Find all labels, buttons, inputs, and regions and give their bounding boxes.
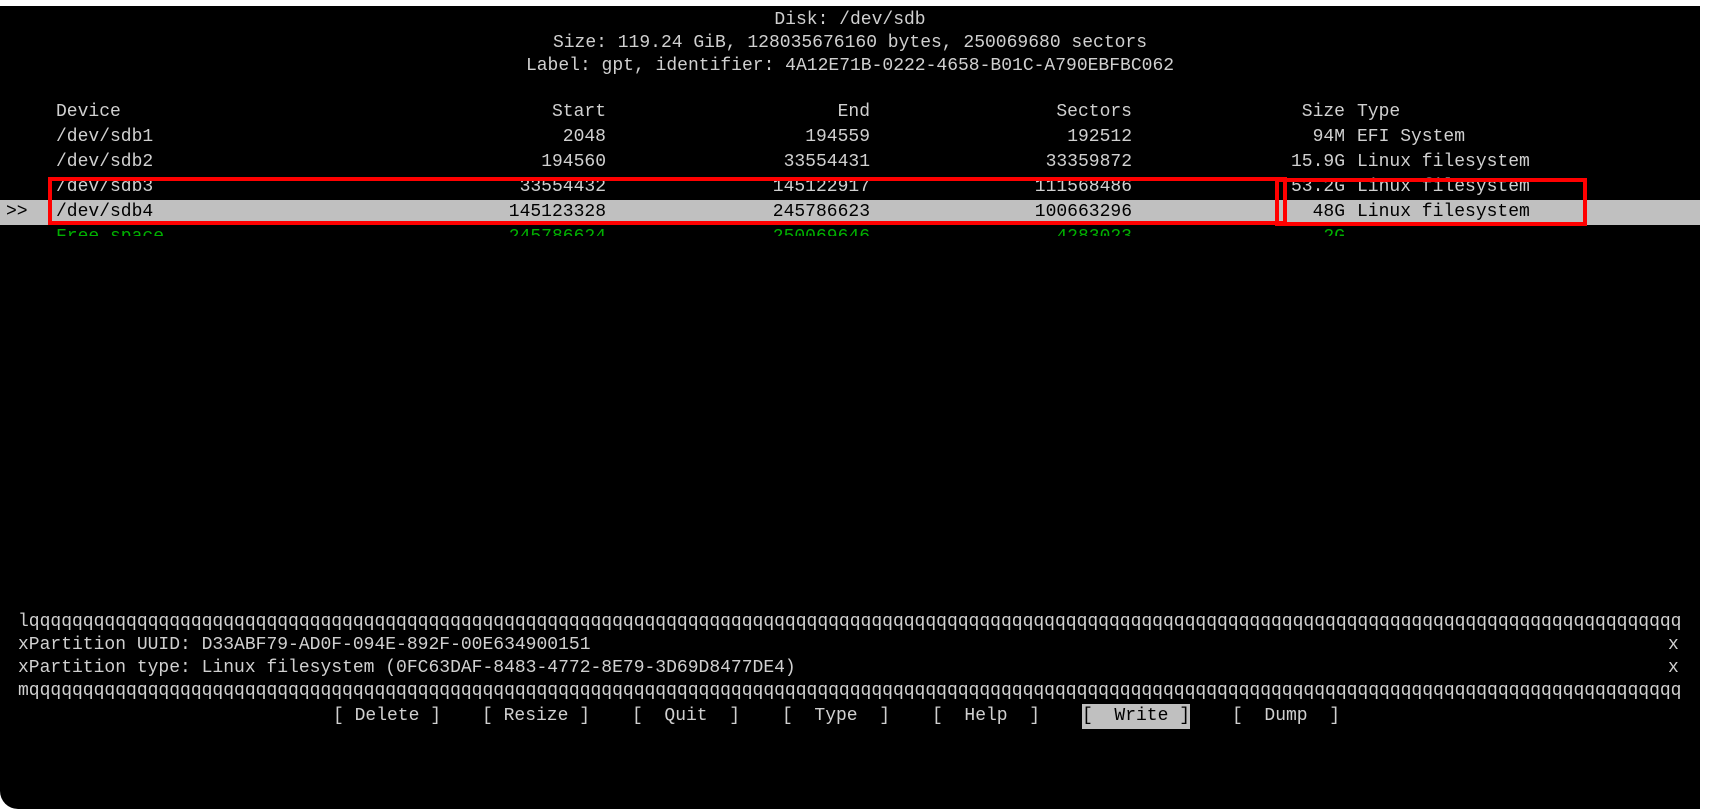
column-header-start: Start bbox=[551, 102, 606, 122]
quit-button[interactable]: [ Quit ] bbox=[632, 704, 740, 729]
partition-type-line: xPartition type: Linux filesystem (0FC63… bbox=[18, 658, 796, 678]
partition-sectors: 192512 bbox=[1067, 127, 1132, 147]
terminal-window: Disk: /dev/sdb Size: 119.24 GiB, 1280356… bbox=[0, 6, 1700, 809]
partition-size: 94M bbox=[1312, 127, 1345, 147]
partition-row-sdb3[interactable]: /dev/sdb3 33554432 145122917 111568486 5… bbox=[0, 175, 1700, 200]
partition-device: /dev/sdb3 bbox=[56, 177, 154, 197]
partition-size: 15.9G bbox=[1290, 152, 1345, 172]
partition-sectors: 111568486 bbox=[1034, 177, 1132, 197]
resize-button[interactable]: [ Resize ] bbox=[482, 704, 590, 729]
disk-size-info: Size: 119.24 GiB, 128035676160 bytes, 25… bbox=[552, 33, 1148, 53]
dump-button[interactable]: [ Dump ] bbox=[1232, 704, 1340, 729]
partition-row-free-space[interactable]: Free space 245786624 250069646 4283023 2… bbox=[0, 222, 1700, 236]
partition-start: 194560 bbox=[541, 152, 606, 172]
column-header-end: End bbox=[837, 102, 870, 122]
partition-start: 33554432 bbox=[519, 177, 606, 197]
partition-end: 250069646 bbox=[680, 225, 870, 236]
partition-type: Linux filesystem bbox=[1357, 152, 1530, 172]
partition-uuid-line: xPartition UUID: D33ABF79-AD0F-094E-892F… bbox=[18, 635, 591, 655]
partition-end: 145122917 bbox=[772, 177, 870, 197]
column-header-type: Type bbox=[1357, 102, 1401, 122]
partition-table-header: Device Start End Sectors Size Type bbox=[0, 100, 1700, 125]
partition-device: Free space bbox=[56, 225, 164, 236]
info-box-right-edge: x bbox=[1668, 658, 1679, 678]
disk-title: Disk: /dev/sdb bbox=[774, 10, 926, 30]
partition-end: 194559 bbox=[805, 127, 870, 147]
delete-button[interactable]: [ Delete ] bbox=[333, 704, 441, 729]
column-header-device: Device bbox=[56, 102, 121, 122]
write-button[interactable]: [ Write ] bbox=[1082, 704, 1191, 729]
info-box-right-edge: x bbox=[1668, 635, 1679, 655]
partition-device: /dev/sdb2 bbox=[56, 152, 154, 172]
partition-end: 33554431 bbox=[783, 152, 870, 172]
partition-start: 245786624 bbox=[420, 225, 606, 236]
action-menu: [ Delete ] [ Resize ] [ Quit ] [ Type ] … bbox=[0, 704, 1700, 729]
partition-sectors: 4283023 bbox=[940, 225, 1132, 236]
partition-device: /dev/sdb1 bbox=[56, 127, 154, 147]
partition-type: EFI System bbox=[1357, 127, 1466, 147]
partition-row-sdb2[interactable]: /dev/sdb2 194560 33554431 33359872 15.9G… bbox=[0, 150, 1700, 175]
disk-label-info: Label: gpt, identifier: 4A12E71B-0222-46… bbox=[525, 56, 1175, 76]
info-box-bottom-border: mqqqqqqqqqqqqqqqqqqqqqqqqqqqqqqqqqqqqqqq… bbox=[18, 681, 1682, 701]
partition-start: 2048 bbox=[562, 127, 606, 147]
column-header-sectors: Sectors bbox=[1056, 102, 1132, 122]
info-box-top-border: lqqqqqqqqqqqqqqqqqqqqqqqqqqqqqqqqqqqqqqq… bbox=[18, 612, 1682, 632]
type-button[interactable]: [ Type ] bbox=[782, 704, 890, 729]
partition-type: Linux filesystem bbox=[1357, 177, 1530, 197]
partition-row-sdb1[interactable]: /dev/sdb1 2048 194559 192512 94M EFI Sys… bbox=[0, 125, 1700, 150]
help-button[interactable]: [ Help ] bbox=[932, 704, 1040, 729]
partition-sectors: 33359872 bbox=[1045, 152, 1132, 172]
column-header-size: Size bbox=[1301, 102, 1345, 122]
partition-size: 2G bbox=[1250, 225, 1345, 236]
partition-size: 53.2G bbox=[1290, 177, 1345, 197]
